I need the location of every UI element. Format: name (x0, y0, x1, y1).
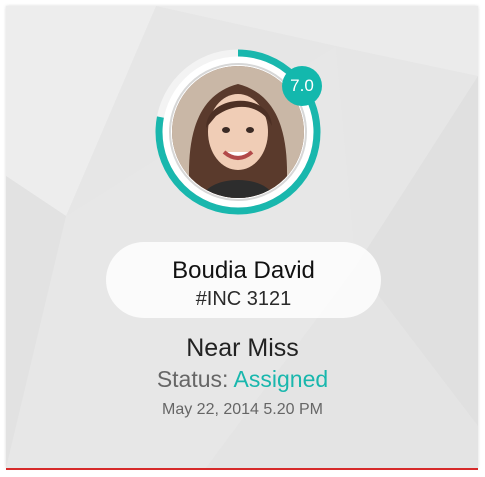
incident-type: Near Miss (186, 334, 299, 362)
person-name: Boudia David (172, 257, 315, 284)
status-line: Status: Assigned (0, 366, 485, 393)
score-badge: 7.0 (282, 66, 322, 106)
person-name-pill: Boudia David #INC 3121 (106, 242, 381, 318)
status-value: Assigned (233, 366, 329, 392)
bottom-accent-rule (6, 468, 478, 470)
incident-id: #INC 3121 (195, 288, 292, 310)
status-label: Status: (156, 366, 229, 392)
incident-date: May 22, 2014 5.20 PM (162, 401, 323, 418)
